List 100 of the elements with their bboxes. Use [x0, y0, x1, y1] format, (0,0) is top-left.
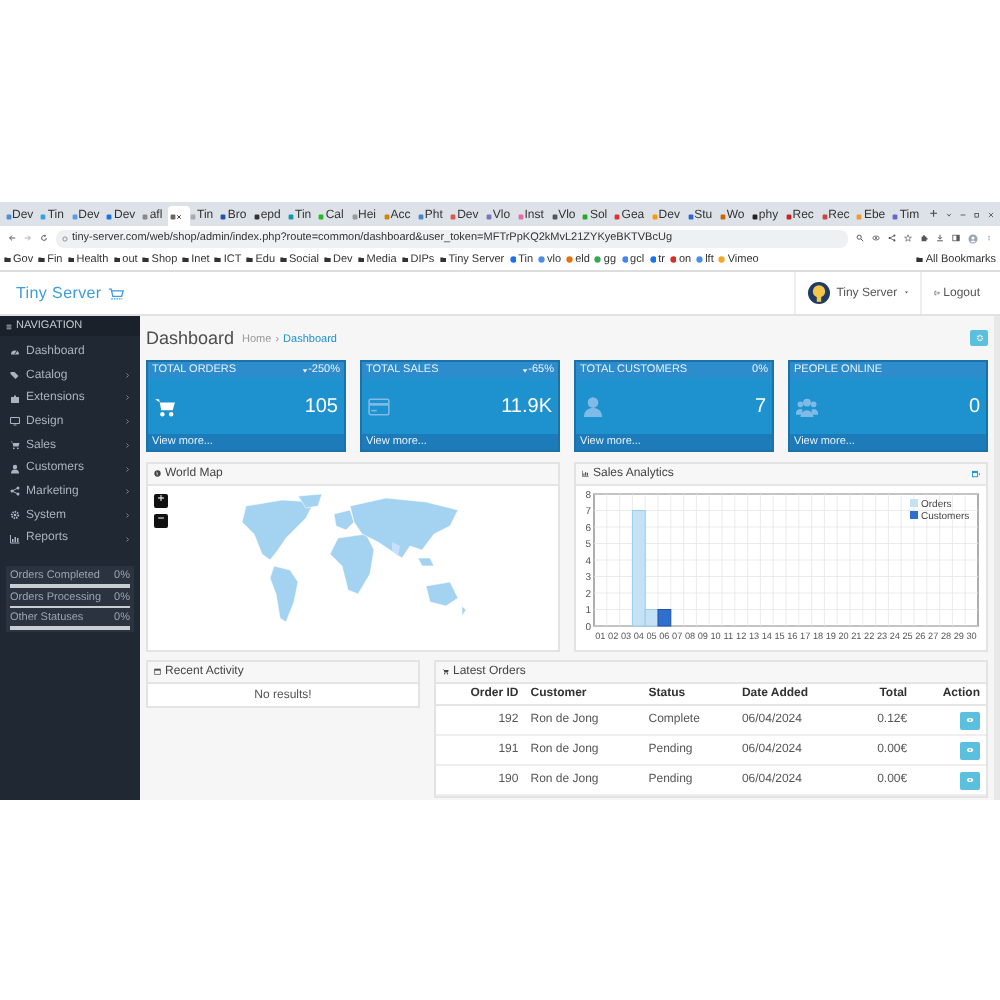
menu-icon [6, 323, 12, 329]
view-button[interactable] [960, 711, 980, 729]
eye-icon [966, 716, 974, 724]
stat-value: 7 [754, 395, 766, 417]
tab-favicon-icon [687, 213, 694, 219]
extensions-icon[interactable] [920, 234, 928, 242]
eye-icon[interactable] [872, 234, 880, 242]
cart-icon [442, 668, 449, 676]
folder-icon [280, 256, 288, 264]
cart-icon [105, 285, 126, 301]
settings-icon [975, 334, 983, 342]
tab-favicon-icon [614, 213, 621, 219]
folder-icon [246, 256, 254, 264]
close-icon[interactable] [176, 213, 183, 219]
bar-chart-icon [582, 470, 589, 478]
folder-icon [182, 256, 190, 264]
minimize-icon[interactable] [959, 211, 966, 217]
calendar-icon [154, 668, 161, 676]
tab-favicon-icon [582, 213, 589, 219]
folder-icon [142, 256, 150, 264]
folder-icon [4, 256, 11, 264]
folder-icon [113, 256, 121, 264]
tab-favicon-icon [785, 213, 792, 219]
tab-favicon-icon [71, 213, 78, 219]
stat-value: 11.9K [501, 395, 552, 417]
view-button[interactable] [960, 771, 980, 789]
tab-favicon-icon [351, 213, 357, 219]
tab-favicon-icon [220, 213, 227, 219]
sign-out-icon [934, 290, 941, 296]
folder-icon [916, 256, 924, 264]
stat-icon [154, 395, 176, 417]
stat-icon [582, 395, 604, 417]
avatar-icon[interactable] [968, 233, 978, 243]
tab-favicon-icon [417, 213, 424, 219]
tab-favicon-icon [288, 213, 295, 219]
tab-favicon-icon [892, 213, 899, 219]
tab-favicon-icon [856, 213, 863, 219]
site-favicon-icon [538, 256, 546, 264]
folder-icon [67, 256, 75, 264]
tab-favicon-icon [751, 213, 758, 219]
tab-favicon-icon [485, 213, 492, 219]
tab-favicon-icon [551, 213, 558, 219]
tab-favicon-icon [106, 213, 113, 219]
site-favicon-icon [696, 256, 704, 264]
folder-icon [401, 256, 409, 264]
page-title: Dashboard [146, 328, 235, 348]
chevron-down-icon[interactable] [945, 211, 952, 217]
site-favicon-icon [566, 256, 574, 264]
restore-icon[interactable] [973, 211, 980, 217]
sidebar-item-icon [10, 486, 20, 497]
chart-legend [909, 498, 969, 523]
eye-icon [966, 746, 974, 754]
sidebar-item-icon [10, 416, 20, 427]
stat-icon [796, 395, 818, 417]
site-favicon-icon [718, 256, 726, 264]
avatar-icon [808, 282, 831, 304]
folder-icon [357, 256, 365, 264]
eye-icon [966, 776, 974, 784]
tab-favicon-icon [253, 213, 260, 219]
site-info-icon[interactable] [62, 235, 68, 241]
sidebar-item-icon [10, 533, 20, 544]
tab-favicon-icon [190, 213, 197, 219]
browser-tab[interactable] [168, 206, 190, 226]
sidebar-item-icon [10, 346, 20, 357]
close-icon[interactable] [987, 211, 994, 217]
site-favicon-icon [649, 256, 657, 264]
side-panel-icon[interactable] [952, 234, 960, 242]
tab-favicon-icon [40, 213, 47, 219]
tab-favicon-icon [719, 213, 726, 219]
tab-favicon-icon [517, 213, 524, 219]
tab-favicon-icon [318, 213, 325, 219]
calendar-dropdown-icon[interactable] [971, 469, 980, 479]
reload-icon[interactable] [40, 234, 48, 242]
tab-favicon-icon [651, 213, 658, 219]
sidebar-item-icon [10, 463, 20, 474]
star-icon[interactable] [904, 234, 912, 242]
stat-value: 0 [968, 395, 980, 417]
back-arrow-icon[interactable] [8, 234, 16, 242]
stat-value: 105 [304, 395, 338, 417]
sidebar-item-icon [10, 510, 20, 521]
folder-icon [214, 256, 222, 264]
tab-favicon-icon [383, 213, 390, 219]
tab-favicon-icon [5, 213, 11, 219]
site-favicon-icon [621, 256, 629, 264]
folder-icon [324, 256, 331, 264]
site-favicon-icon [509, 256, 517, 264]
site-favicon-icon [594, 256, 602, 264]
globe-icon [154, 470, 161, 478]
folder-icon [439, 256, 447, 264]
tab-favicon-icon [142, 213, 149, 219]
sidebar-item-icon [10, 440, 20, 451]
download-icon[interactable] [936, 234, 944, 242]
tab-favicon-icon [821, 213, 828, 219]
tab-favicon-icon [169, 213, 176, 219]
search-icon[interactable] [856, 234, 864, 242]
share-icon[interactable] [888, 234, 896, 242]
stat-icon [368, 395, 390, 417]
view-button[interactable] [960, 741, 980, 759]
tab-favicon-icon [450, 213, 457, 219]
sidebar-item-icon [10, 393, 20, 404]
